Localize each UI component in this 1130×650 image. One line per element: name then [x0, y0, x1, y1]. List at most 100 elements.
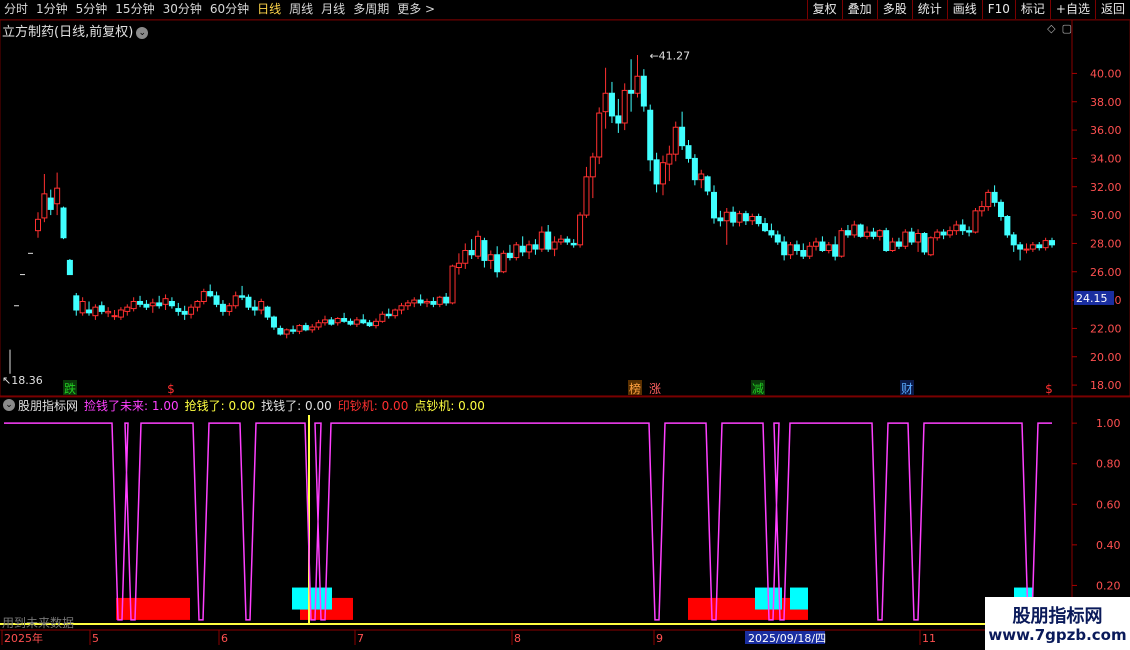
candle	[723, 208, 730, 245]
event-marker[interactable]: 财	[901, 382, 913, 396]
event-marker[interactable]: 跌	[64, 381, 76, 396]
indicator-signal-box	[790, 587, 808, 610]
candle	[717, 210, 724, 227]
chart-area[interactable]: 40.00 38.00 36.00 34.00 32.00 30.00 28.00 26.00…	[0, 0, 1130, 650]
indicator-chevron-icon[interactable]: ⌄	[3, 399, 15, 411]
event-marker[interactable]: $	[167, 382, 175, 396]
candle	[634, 55, 641, 98]
candle-body	[54, 187, 61, 205]
candle	[685, 140, 692, 163]
event-marker[interactable]: 减	[752, 382, 764, 396]
candle	[47, 189, 54, 216]
candle-body	[621, 89, 628, 124]
candle-body	[787, 244, 794, 256]
candle-body	[978, 206, 985, 212]
candle-body	[883, 230, 890, 252]
candle-body	[596, 112, 603, 158]
candle-body	[959, 224, 966, 232]
candle-body	[487, 254, 494, 261]
candle-body	[251, 306, 258, 311]
candle	[35, 212, 41, 238]
candle-body	[615, 115, 622, 124]
candle	[787, 242, 794, 259]
candle-body	[334, 318, 341, 324]
candle	[762, 217, 769, 233]
candle-body	[1017, 244, 1024, 250]
candle-body	[1023, 248, 1030, 251]
candle	[232, 291, 239, 309]
candle	[532, 239, 539, 255]
candle	[1036, 242, 1043, 251]
candle-body	[47, 197, 54, 210]
candle	[672, 121, 679, 162]
candle	[1049, 237, 1055, 248]
candle-body	[353, 319, 360, 325]
candle	[653, 152, 660, 193]
candle	[666, 145, 673, 182]
candle	[277, 325, 284, 336]
event-marker[interactable]: $	[1045, 382, 1053, 396]
event-marker[interactable]: 榜	[629, 381, 641, 396]
low-price-label: ↖18.36	[2, 374, 43, 387]
legend-item-0: 捡钱了未来: 1.00	[84, 398, 179, 413]
candle-body	[404, 302, 411, 307]
candle	[736, 210, 743, 227]
candle-body	[889, 241, 896, 251]
candle	[844, 225, 851, 238]
candle	[985, 189, 992, 211]
candle-body	[742, 213, 749, 222]
candle-body	[857, 224, 864, 237]
candle	[309, 324, 316, 333]
candle	[404, 300, 411, 310]
candle-body	[557, 238, 564, 243]
price-tick-label: 22.00	[1090, 322, 1122, 335]
candle	[857, 223, 864, 238]
candle-body	[124, 306, 131, 312]
candle	[838, 227, 845, 258]
candle-body	[168, 301, 175, 307]
candle	[915, 229, 922, 252]
candle	[124, 304, 131, 316]
indicator-name[interactable]: 股朋指标网	[18, 397, 78, 414]
candle	[506, 244, 513, 261]
candle	[443, 293, 450, 306]
candle	[194, 300, 201, 312]
candle-body	[659, 162, 666, 185]
candle	[934, 229, 941, 241]
candle-body	[532, 244, 539, 250]
candle	[168, 297, 175, 309]
candle	[417, 294, 424, 306]
indicator-tick-label: 0.20	[1096, 579, 1121, 592]
candle-body	[711, 191, 717, 219]
indicator-legend: 捡钱了未来: 1.00 抢钱了: 0.00 找钱了: 0.00 印钞机: 0.00 点钞…	[84, 397, 491, 414]
candle	[691, 154, 698, 186]
candle	[239, 285, 246, 301]
candle	[188, 304, 195, 319]
candle-body	[800, 250, 807, 257]
candle	[475, 230, 482, 259]
indicator-signal-box	[116, 597, 190, 620]
candle	[328, 317, 335, 326]
candle-body	[864, 231, 871, 237]
candle-body	[373, 320, 379, 327]
watermark-line1: 股朋指标网	[1012, 606, 1103, 627]
candle	[889, 237, 896, 252]
candle	[870, 227, 877, 240]
candle	[1029, 242, 1036, 252]
candle-body	[895, 241, 902, 247]
event-marker[interactable]: 涨	[649, 381, 661, 396]
candle	[143, 300, 150, 310]
candle-body	[870, 231, 877, 237]
candle	[341, 312, 348, 323]
candle-body	[92, 306, 99, 317]
candle-body	[985, 191, 992, 208]
candle-body	[328, 319, 335, 325]
candle-body	[436, 296, 443, 305]
candle-body	[908, 231, 915, 243]
selected-date-label: 2025/09/18/四	[748, 632, 826, 645]
main-panel-frame	[0, 19, 1130, 398]
date-label: 11	[922, 632, 936, 645]
candle-body	[475, 235, 482, 257]
date-label: 5	[92, 632, 99, 645]
candle	[92, 304, 99, 320]
